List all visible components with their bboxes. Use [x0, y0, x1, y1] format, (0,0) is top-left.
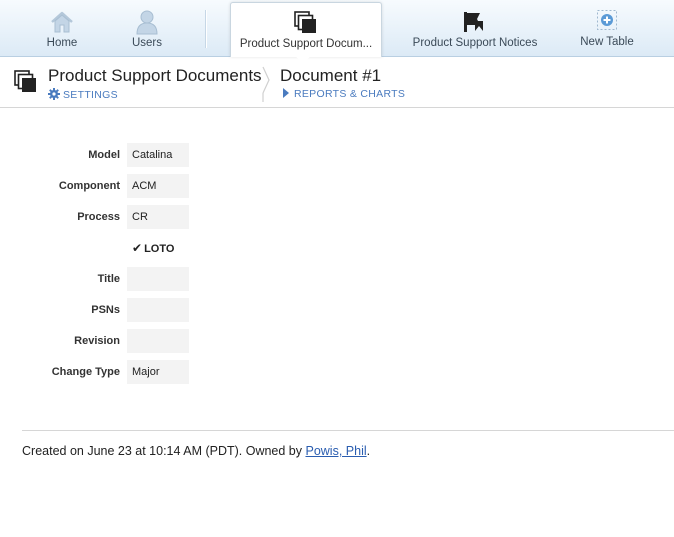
settings-link[interactable]: SETTINGS [48, 88, 118, 101]
field-psns: PSNs [0, 298, 200, 322]
field-value[interactable] [127, 267, 189, 291]
gear-icon [48, 88, 60, 100]
field-label: Component [58, 180, 120, 192]
nav-label-users: Users [131, 37, 163, 49]
home-icon [49, 10, 75, 37]
field-change-type: Change Type Major [0, 360, 200, 384]
app-title[interactable]: Product Support Documents [48, 66, 262, 86]
document-title: Document #1 [280, 66, 382, 85]
field-loto: ✔ LOTO [0, 236, 200, 260]
documents-icon [294, 11, 318, 38]
nav-item-new-table[interactable]: New Table [575, 0, 639, 57]
field-value[interactable]: Catalina [127, 143, 189, 167]
breadcrumb-separator-icon [261, 66, 271, 107]
field-label: Change Type [51, 366, 120, 378]
nav-item-product-support-documents[interactable]: Product Support Docum... [230, 2, 382, 57]
checkbox-label: LOTO [144, 243, 175, 255]
reports-label: REPORTS & CHARTS [294, 88, 406, 100]
loto-checkbox[interactable]: ✔ LOTO [132, 241, 174, 255]
nav-item-users[interactable]: Users [117, 0, 177, 57]
nav-label-product-support-notices: Product Support Notices [412, 37, 538, 49]
field-title: Title [0, 267, 200, 291]
field-label: Model [88, 149, 120, 161]
top-nav-bar: Home Users Product Support Docum... Prod… [0, 0, 674, 57]
field-value[interactable]: ACM [127, 174, 189, 198]
play-icon [283, 88, 289, 98]
created-text: Created on June 23 at 10:14 AM (PDT). Ow… [22, 444, 306, 458]
field-value[interactable]: CR [127, 205, 189, 229]
reports-charts-link[interactable]: REPORTS & CHARTS [283, 88, 405, 100]
megaphone-icon [462, 10, 488, 37]
nav-label-new-table: New Table [580, 36, 634, 48]
field-label: PSNs [91, 304, 120, 316]
checkmark-icon: ✔ [132, 241, 143, 255]
record-footer: Created on June 23 at 10:14 AM (PDT). Ow… [22, 444, 370, 458]
settings-label: SETTINGS [63, 89, 118, 101]
nav-divider [205, 10, 206, 48]
field-component: Component ACM [0, 174, 200, 198]
nav-item-product-support-notices[interactable]: Product Support Notices [405, 0, 545, 57]
nav-label-home: Home [46, 37, 78, 49]
nav-item-home[interactable]: Home [32, 0, 92, 57]
user-icon [135, 9, 159, 38]
add-table-icon [596, 9, 618, 34]
field-revision: Revision [0, 329, 200, 353]
field-value[interactable]: Major [127, 360, 189, 384]
nav-label-product-support-documents: Product Support Docum... [239, 38, 373, 50]
footer-suffix: . [366, 444, 371, 458]
field-label: Process [77, 211, 120, 223]
field-value[interactable] [127, 298, 189, 322]
field-process: Process CR [0, 205, 200, 229]
field-model: Model Catalina [0, 143, 200, 167]
field-label: Revision [74, 335, 120, 347]
owner-link[interactable]: Powis, Phil [305, 444, 366, 458]
field-value[interactable] [127, 329, 189, 353]
field-label: Title [97, 273, 120, 285]
footer-divider [22, 430, 674, 431]
documents-icon [14, 70, 38, 99]
breadcrumb: Product Support Documents SETTINGS Docum… [0, 58, 674, 108]
